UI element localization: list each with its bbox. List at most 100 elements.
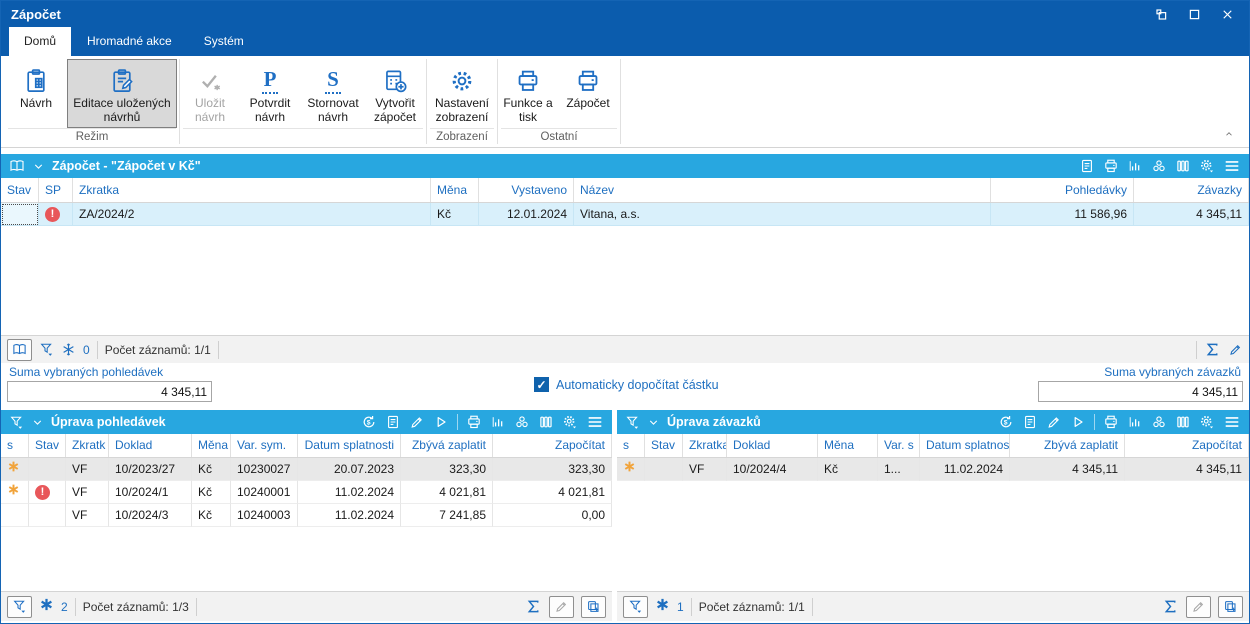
cell-s[interactable] (617, 458, 645, 481)
cell-zkratka[interactable]: VF (66, 458, 109, 481)
cell-mena[interactable]: Kč (818, 458, 878, 481)
print-icon[interactable] (466, 414, 482, 430)
sum-sigma-icon[interactable] (1162, 598, 1179, 615)
cell-zapocitat[interactable]: 4 021,81 (493, 481, 613, 504)
refresh-currency-icon[interactable] (998, 414, 1014, 430)
col-mena[interactable]: Měna (192, 434, 231, 457)
col-zbyva[interactable]: Zbývá zaplatit (1010, 434, 1125, 457)
sum-sigma-icon[interactable] (1204, 341, 1221, 358)
col-s[interactable]: s (617, 434, 645, 457)
cell-nazev[interactable]: Vitana, a.s. (574, 203, 991, 226)
zapocet-print-button[interactable]: Zápočet (558, 59, 618, 128)
cluster-icon[interactable] (1151, 414, 1167, 430)
col-zkratka[interactable]: Zkratka (683, 434, 727, 457)
grid-settings-icon[interactable] (1199, 414, 1215, 430)
maximize-window-icon[interactable] (1187, 7, 1202, 22)
copy-add-icon[interactable] (1217, 595, 1243, 618)
cluster-icon[interactable] (1151, 158, 1167, 174)
cell-s[interactable] (1, 504, 29, 527)
cell-zbyva[interactable]: 4 021,81 (401, 481, 493, 504)
edit-pencil-icon[interactable] (409, 414, 425, 430)
cell-zapocitat[interactable]: 0,00 (493, 504, 613, 527)
cell-s[interactable] (1, 481, 29, 504)
cell-doklad[interactable]: 10/2024/3 (109, 504, 192, 527)
cell-doklad[interactable]: 10/2024/4 (727, 458, 818, 481)
asterisk-icon[interactable] (39, 597, 54, 617)
chart-icon[interactable] (1127, 414, 1143, 430)
col-varsym[interactable]: Var. sym. (231, 434, 298, 457)
cell-s[interactable] (1, 458, 29, 481)
col-datum[interactable]: Datum splatnosti (920, 434, 1010, 457)
restore-window-icon[interactable] (1154, 7, 1169, 22)
col-zbyva[interactable]: Zbývá zaplatit (401, 434, 493, 457)
grid-settings-icon[interactable] (1199, 158, 1215, 174)
col-zkratka[interactable]: Zkratk (66, 434, 109, 457)
cell-zkratka[interactable]: VF (66, 504, 109, 527)
vytvorit-zapocet-button[interactable]: Vytvořit zápočet (366, 59, 424, 128)
auto-amount-checkbox-group[interactable]: ✓ Automaticky dopočítat částku (534, 377, 719, 392)
columns-icon[interactable] (1175, 158, 1191, 174)
editace-ulozenych-navrhu-button[interactable]: Editace uložených návrhů (67, 59, 177, 128)
edit-pencil-icon[interactable] (1046, 414, 1062, 430)
navrh-button[interactable]: Návrh (7, 59, 65, 128)
menu-icon[interactable] (586, 413, 604, 431)
col-zavazky[interactable]: Závazky (1134, 178, 1249, 202)
cell-zavazky[interactable]: 4 345,11 (1134, 203, 1249, 226)
col-varsym[interactable]: Var. s (878, 434, 920, 457)
filter-icon[interactable] (9, 415, 24, 430)
cell-varsym[interactable]: 10230027 (231, 458, 298, 481)
ulozit-navrh-button[interactable]: Uložit návrh (182, 59, 238, 128)
sum-payables-input[interactable] (1038, 381, 1243, 402)
tab-domu[interactable]: Domů (9, 27, 72, 56)
cell-mena[interactable]: Kč (192, 481, 231, 504)
cell-datum[interactable]: 11.02.2024 (298, 504, 401, 527)
cell-zbyva[interactable]: 4 345,11 (1010, 458, 1125, 481)
refresh-currency-icon[interactable] (361, 414, 377, 430)
col-mena[interactable]: Měna (431, 178, 479, 202)
cell-mena[interactable]: Kč (431, 203, 479, 226)
menu-icon[interactable] (1223, 413, 1241, 431)
run-icon[interactable] (1070, 414, 1086, 430)
cell-stav[interactable]: ! (29, 481, 66, 504)
tab-system[interactable]: Systém (188, 27, 260, 56)
stornovat-navrh-button[interactable]: S Stornovat návrh (302, 59, 364, 128)
cell-mena[interactable]: Kč (192, 458, 231, 481)
report-icon[interactable] (1022, 414, 1038, 430)
cell-stav[interactable] (645, 458, 683, 481)
chevron-down-icon[interactable] (31, 416, 44, 429)
cell-zkratka[interactable]: VF (683, 458, 727, 481)
print-icon[interactable] (1103, 158, 1119, 174)
nastaveni-zobrazeni-button[interactable]: Nastavení zobrazení (429, 59, 495, 128)
copy-add-icon[interactable] (581, 595, 607, 618)
tab-hromadne-akce[interactable]: Hromadné akce (71, 27, 188, 56)
filter-icon[interactable] (625, 415, 640, 430)
col-stav[interactable]: Stav (1, 178, 39, 202)
cell-zkratka[interactable]: ZA/2024/2 (73, 203, 431, 226)
edit-pencil-icon[interactable] (549, 595, 575, 618)
chevron-down-icon[interactable] (32, 160, 45, 173)
col-stav[interactable]: Stav (29, 434, 66, 457)
cell-zbyva[interactable]: 7 241,85 (401, 504, 493, 527)
cell-varsym[interactable]: 1... (878, 458, 920, 481)
close-window-icon[interactable] (1220, 7, 1235, 22)
col-s[interactable]: s (1, 434, 29, 457)
cell-vystaveno[interactable]: 12.01.2024 (479, 203, 574, 226)
cell-mena[interactable]: Kč (192, 504, 231, 527)
book-icon[interactable] (9, 158, 25, 174)
cell-zkratka[interactable]: VF (66, 481, 109, 504)
chart-icon[interactable] (490, 414, 506, 430)
report-icon[interactable] (1079, 158, 1095, 174)
col-pohledavky[interactable]: Pohledávky (991, 178, 1134, 202)
sum-sigma-icon[interactable] (525, 598, 542, 615)
cell-sp[interactable]: ! (39, 203, 73, 226)
chart-icon[interactable] (1127, 158, 1143, 174)
col-stav[interactable]: Stav (645, 434, 683, 457)
cell-zbyva[interactable]: 323,30 (401, 458, 493, 481)
col-sp[interactable]: SP (39, 178, 73, 202)
filter-toggle-icon[interactable] (623, 595, 648, 618)
edit-pencil-icon[interactable] (1185, 595, 1211, 618)
col-doklad[interactable]: Doklad (109, 434, 192, 457)
menu-icon[interactable] (1223, 157, 1241, 175)
run-icon[interactable] (433, 414, 449, 430)
receivables-row[interactable]: ! VF 10/2024/1 Kč 10240001 11.02.2024 4 … (1, 481, 613, 504)
